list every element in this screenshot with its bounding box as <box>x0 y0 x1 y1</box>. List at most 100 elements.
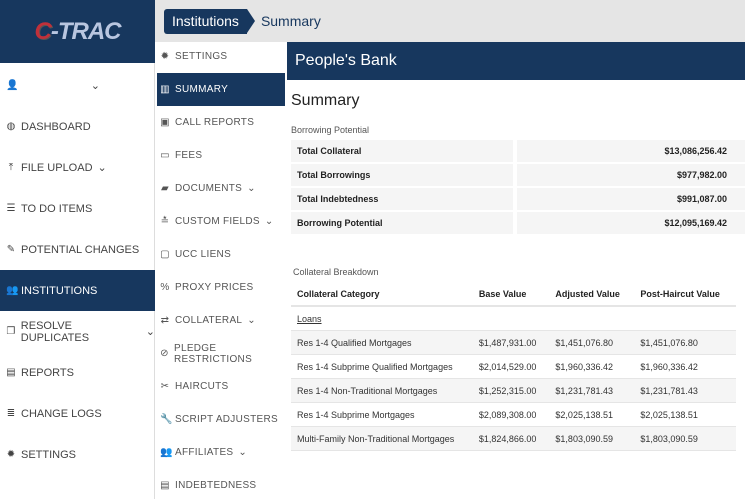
subnav-item-label: DOCUMENTS <box>175 183 243 194</box>
user-menu[interactable]: 👤 ⌄ <box>0 65 155 106</box>
column-header: Adjusted Value <box>549 283 635 307</box>
sidebar-item-change-logs[interactable]: ≣ CHANGE LOGS <box>0 393 155 434</box>
sidebar-item-label: POTENTIAL CHANGES <box>21 243 140 256</box>
subnav-item-ucc-liens[interactable]: ▢ UCC LIENS <box>157 238 285 271</box>
group-cell: Loans <box>291 307 736 331</box>
institution-subnav: ✹ SETTINGS ▥ SUMMARY ▣ CALL REPORTS ▭ FEES ▰ DOCU… <box>157 42 286 499</box>
main-content: People's Bank Summary Borrowing Potentia… <box>287 42 745 499</box>
sidebar-item-reports[interactable]: ▤ REPORTS <box>0 352 155 393</box>
borrowing-value: $13,086,256.42 <box>517 140 745 164</box>
subnav-item-label: CALL REPORTS <box>175 117 255 128</box>
table-row: Res 1-4 Qualified Mortgages $1,487,931.00… <box>291 331 736 355</box>
table-row: Res 1-4 Subprime Qualified Mortgages $2,0… <box>291 355 736 379</box>
table-cell: $1,451,076.80 <box>549 331 635 355</box>
bar-chart-icon: ▥ <box>160 84 170 95</box>
users-icon: 👥 <box>6 285 19 296</box>
subnav-item-label: INDEBTEDNESS <box>175 480 257 491</box>
subnav-item-documents[interactable]: ▰ DOCUMENTS ⌄ <box>157 172 285 205</box>
table-cell: Res 1-4 Subprime Mortgages <box>291 403 479 427</box>
sidebar-item-potential-changes[interactable]: ✎ POTENTIAL CHANGES <box>0 229 155 270</box>
subnav-item-proxy-prices[interactable]: % PROXY PRICES <box>157 271 285 304</box>
sidebar-item-label: SETTINGS <box>21 448 77 461</box>
pencil-icon: ✎ <box>6 244 16 255</box>
subnav-item-label: FEES <box>175 150 203 161</box>
borrowing-row: Total Indebtedness $991,087.00 <box>291 188 745 212</box>
subnav-item-haircuts[interactable]: ✂ HAIRCUTS <box>157 370 285 403</box>
logo-c: C <box>34 17 52 45</box>
borrowing-label: Total Borrowings <box>291 164 517 188</box>
table-cell: $2,025,138.51 <box>634 403 736 427</box>
subnav-item-fees[interactable]: ▭ FEES <box>157 139 285 172</box>
table-cell: $1,803,090.59 <box>634 427 736 451</box>
sidebar-item-label: TO DO ITEMS <box>21 202 93 215</box>
subnav-item-script-adjusters[interactable]: 🔧 SCRIPT ADJUSTERS <box>157 403 285 436</box>
chevron-down-icon: ⌄ <box>145 326 155 338</box>
table-cell: $2,025,138.51 <box>549 403 635 427</box>
logo[interactable]: C-TRAC <box>0 0 155 63</box>
subnav-item-collateral[interactable]: ⇄ COLLATERAL ⌄ <box>157 304 285 337</box>
borrowing-row: Total Collateral $13,086,256.42 <box>291 140 745 164</box>
column-header: Base Value <box>478 283 550 307</box>
borrowing-value: $991,087.00 <box>517 188 745 212</box>
folder-icon: ▰ <box>161 183 169 194</box>
bank-title-bar: People's Bank <box>287 42 745 80</box>
chevron-down-icon: ⌄ <box>90 80 100 92</box>
subnav-item-label: HAIRCUTS <box>175 381 229 392</box>
user-icon: 👤 <box>6 80 19 91</box>
table-row: Res 1-4 Non-Traditional Mortgages $1,252,… <box>291 379 736 403</box>
subnav-item-pledge-restrictions[interactable]: ⊘ PLEDGE RESTRICTIONS <box>157 337 285 370</box>
sidebar-item-to-do-items[interactable]: ☰ TO DO ITEMS <box>0 188 155 229</box>
table-cell: $1,487,931.00 <box>478 331 550 355</box>
table-cell: $1,451,076.80 <box>634 331 736 355</box>
dashboard-icon: ◍ <box>6 121 16 132</box>
sidebar-item-label: CHANGE LOGS <box>21 407 102 420</box>
subnav-item-label: SETTINGS <box>175 51 228 62</box>
breadcrumb-institutions[interactable]: Institutions <box>164 8 255 34</box>
subnav-item-affiliates[interactable]: 👥 AFFILIATES ⌄ <box>157 436 285 469</box>
table-cell: Res 1-4 Non-Traditional Mortgages <box>291 379 479 403</box>
list-icon: ☰ <box>6 203 16 214</box>
users-icon: 👥 <box>160 447 173 458</box>
subnav-item-custom-fields[interactable]: ≛ CUSTOM FIELDS ⌄ <box>157 205 285 238</box>
subnav-item-label: UCC LIENS <box>175 249 232 260</box>
scissors-icon: ✂ <box>160 381 170 392</box>
table-cell: $2,089,308.00 <box>478 403 550 427</box>
loans-link[interactable]: Loans <box>297 314 322 324</box>
borrowing-label: Total Collateral <box>291 140 517 164</box>
subnav-item-label: AFFILIATES <box>175 447 234 458</box>
report-icon: ▣ <box>160 117 170 128</box>
money-icon: ▭ <box>160 150 170 161</box>
sidebar-item-settings[interactable]: ✹ SETTINGS <box>0 434 155 475</box>
table-cell: Multi-Family Non-Traditional Mortgages <box>291 427 479 451</box>
borrowing-row: Borrowing Potential $12,095,169.42 <box>291 212 745 236</box>
sidebar-item-file-upload[interactable]: ⤒ FILE UPLOAD ⌄ <box>0 147 155 188</box>
sidebar-item-dashboard[interactable]: ◍ DASHBOARD <box>0 106 155 147</box>
page-title: Summary <box>291 92 360 109</box>
borrowing-value: $977,982.00 <box>517 164 745 188</box>
table-cell: $1,824,866.00 <box>478 427 550 451</box>
file-icon: ▤ <box>6 367 16 378</box>
borrowing-potential-label: Borrowing Potential <box>291 125 370 135</box>
sidebar-item-label: DASHBOARD <box>21 120 91 133</box>
chevron-down-icon: ⌄ <box>247 183 256 194</box>
subnav-item-call-reports[interactable]: ▣ CALL REPORTS <box>157 106 285 139</box>
logo-text: -TRAC <box>50 17 122 45</box>
subnav-item-settings[interactable]: ✹ SETTINGS <box>157 40 285 73</box>
chevron-down-icon: ⌄ <box>264 216 274 227</box>
table-cell: $1,231,781.43 <box>549 379 635 403</box>
table-cell: $1,252,315.00 <box>478 379 550 403</box>
borrowing-label: Total Indebtedness <box>291 188 517 212</box>
table-row: Res 1-4 Subprime Mortgages $2,089,308.00 $… <box>291 403 736 427</box>
subnav-item-summary[interactable]: ▥ SUMMARY <box>157 73 285 106</box>
table-row: Multi-Family Non-Traditional Mortgages $1… <box>291 427 736 451</box>
table-cell: Res 1-4 Subprime Qualified Mortgages <box>291 355 479 379</box>
sidebar-item-label: REPORTS <box>21 366 74 379</box>
sidebar-item-institutions[interactable]: 👥 INSTITUTIONS <box>0 270 155 311</box>
sidebar-item-resolve-duplicates[interactable]: ❐ RESOLVE DUPLICATES ⌄ <box>0 311 155 352</box>
subnav-item-indebtedness[interactable]: ▤ INDEBTEDNESS <box>157 469 285 502</box>
subnav-item-label: COLLATERAL <box>175 315 243 326</box>
table-cell: $1,960,336.42 <box>549 355 635 379</box>
borrowing-table: Total Collateral $13,086,256.42 Total Borr… <box>291 140 745 236</box>
collateral-table: Collateral Category Base Value Adjusted Va… <box>291 283 736 451</box>
copy-icon: ❐ <box>6 326 16 337</box>
